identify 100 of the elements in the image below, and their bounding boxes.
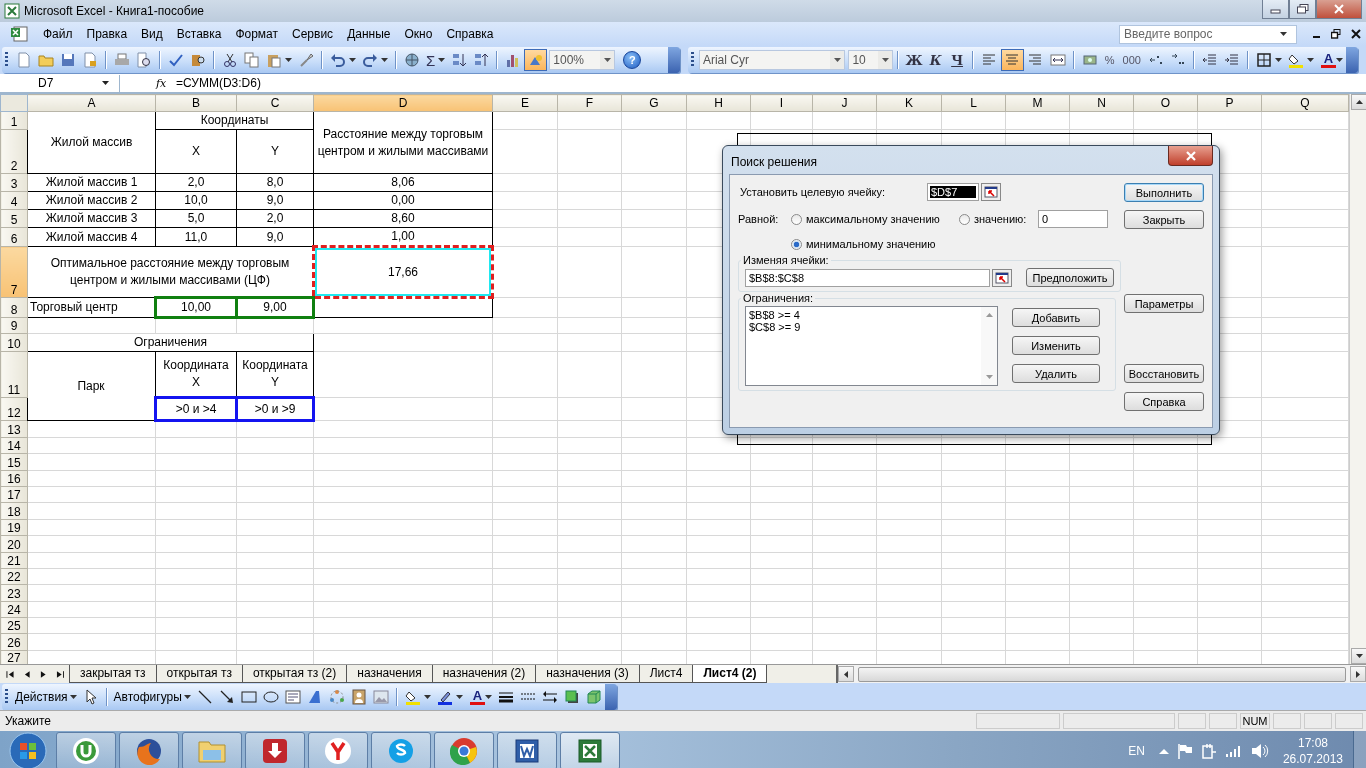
diagram-icon[interactable] [328, 688, 345, 705]
column-header[interactable]: E [492, 94, 558, 112]
merge-center-icon[interactable] [1049, 52, 1066, 68]
menu-item[interactable]: Вставка [169, 25, 229, 43]
radio-option[interactable]: максимальному значению [791, 213, 959, 225]
menu-item[interactable]: Окно [397, 25, 440, 43]
function-label[interactable]: fx [156, 76, 172, 90]
sheet-tab[interactable]: назначения (2) [431, 665, 537, 683]
increase-indent-icon[interactable] [1223, 52, 1240, 68]
font-box[interactable]: Arial Cyr [698, 50, 846, 70]
scroll-up-icon[interactable] [1355, 100, 1363, 104]
caret-icon[interactable] [423, 694, 431, 699]
dialog-button[interactable]: Закрыть [1124, 210, 1204, 229]
next-sheet-icon[interactable] [39, 669, 48, 679]
dropdown-icon[interactable] [881, 58, 889, 62]
collapse-dialog-icon[interactable] [981, 183, 1001, 201]
restore-icon[interactable] [1331, 29, 1341, 39]
column-header[interactable]: O [1133, 94, 1198, 112]
previous-sheet-icon[interactable] [22, 669, 31, 679]
decrease-indent-icon[interactable] [1201, 52, 1218, 68]
autoshapes-menu[interactable]: Автофигуры [111, 689, 184, 704]
caret-icon[interactable] [1274, 58, 1282, 62]
workbook-icon[interactable] [10, 26, 30, 42]
caret-icon[interactable] [69, 694, 77, 699]
hyperlink-icon[interactable] [404, 52, 420, 68]
taskbar-button[interactable] [119, 732, 179, 768]
thousands-button[interactable]: 000 [1122, 54, 1141, 66]
sheet-tab[interactable]: закрытая тз [69, 665, 157, 683]
menu-item[interactable]: Сервис [285, 25, 341, 43]
borders-icon[interactable] [1255, 52, 1272, 68]
line-icon[interactable] [196, 688, 213, 705]
wordart-icon[interactable] [306, 688, 323, 705]
menu-item[interactable]: Правка [79, 25, 135, 43]
dialog-button[interactable]: Изменить [1012, 336, 1100, 355]
copy-icon[interactable] [244, 52, 260, 68]
caret-icon[interactable] [381, 58, 388, 62]
menu-item[interactable]: Вид [134, 25, 170, 43]
caret-icon[interactable] [1306, 58, 1314, 62]
start-button[interactable] [8, 731, 48, 768]
caret-icon[interactable] [183, 694, 191, 699]
show-hidden-icons-icon[interactable] [1158, 747, 1169, 755]
column-header[interactable]: J [812, 94, 877, 112]
toolbar-options-button[interactable] [605, 683, 618, 710]
row-header[interactable]: 8 [0, 297, 28, 318]
font-size-box[interactable]: 10 [848, 50, 894, 70]
scroll-left-icon[interactable] [844, 670, 848, 678]
underline-button[interactable]: Ч [946, 52, 968, 68]
name-box[interactable]: D7 [0, 74, 120, 92]
percent-button[interactable]: % [1104, 54, 1115, 66]
autosum-button[interactable]: Σ [426, 51, 436, 69]
guess-button[interactable]: Предположить [1026, 268, 1114, 287]
horizontal-scrollbar[interactable] [836, 665, 1366, 683]
column-header[interactable]: H [686, 94, 751, 112]
research-icon[interactable] [190, 52, 206, 68]
sheet-tab[interactable]: назначения (3) [535, 665, 640, 683]
column-header[interactable]: G [621, 94, 687, 112]
changing-cells-field[interactable]: $B$8:$C$8 [745, 268, 990, 287]
caret-icon[interactable] [349, 58, 356, 62]
text-box-icon[interactable] [284, 688, 301, 705]
cut-icon[interactable] [222, 52, 238, 68]
vertical-scrollbar[interactable] [1349, 94, 1366, 664]
close-button[interactable] [1316, 0, 1362, 19]
speaker-icon[interactable] [1250, 743, 1269, 759]
rectangle-icon[interactable] [240, 688, 257, 705]
radio-option[interactable]: значению: [959, 213, 1038, 225]
menu-item[interactable]: Формат [228, 25, 286, 43]
list-item[interactable]: $C$8 >= 9 [749, 321, 978, 333]
row-header[interactable]: 11 [0, 351, 28, 398]
dialog-button[interactable]: Параметры [1124, 294, 1204, 313]
zoom-box[interactable]: 100% [549, 50, 616, 70]
caret-icon[interactable] [438, 58, 446, 62]
column-header[interactable]: D [313, 94, 493, 112]
first-sheet-icon[interactable] [6, 669, 15, 679]
dialog-button[interactable]: Выполнить [1124, 183, 1204, 202]
power-plug-icon[interactable] [1200, 743, 1217, 759]
value-field[interactable]: 0 [1038, 210, 1108, 228]
flag-icon[interactable] [1176, 743, 1193, 759]
actions-menu[interactable]: Действия [13, 689, 70, 704]
print-preview-icon[interactable] [136, 52, 152, 68]
dialog-button[interactable]: Справка [1124, 392, 1204, 411]
radio-option[interactable]: минимальному значению [791, 238, 936, 250]
taskbar-button[interactable] [497, 732, 557, 768]
undo-icon[interactable] [330, 52, 346, 68]
toolbar-grip[interactable] [691, 52, 694, 68]
dropdown-icon[interactable] [833, 58, 841, 62]
column-header[interactable]: M [1005, 94, 1070, 112]
shadow-icon[interactable] [564, 688, 581, 705]
row-header[interactable]: 12 [0, 397, 28, 421]
maximize-button[interactable] [1289, 0, 1316, 19]
menu-item[interactable]: Данные [340, 25, 398, 43]
sheet-tab[interactable]: Лист4 (2) [692, 665, 768, 683]
caret-icon[interactable] [1336, 58, 1344, 62]
scroll-down-icon[interactable] [1355, 654, 1363, 658]
row-header[interactable]: 2 [0, 129, 28, 174]
3d-icon[interactable] [586, 688, 603, 705]
menu-item[interactable]: Справка [439, 25, 501, 43]
column-header[interactable]: L [941, 94, 1006, 112]
caret-icon[interactable] [285, 58, 292, 62]
column-header[interactable]: C [236, 94, 314, 112]
column-header[interactable]: P [1197, 94, 1262, 112]
